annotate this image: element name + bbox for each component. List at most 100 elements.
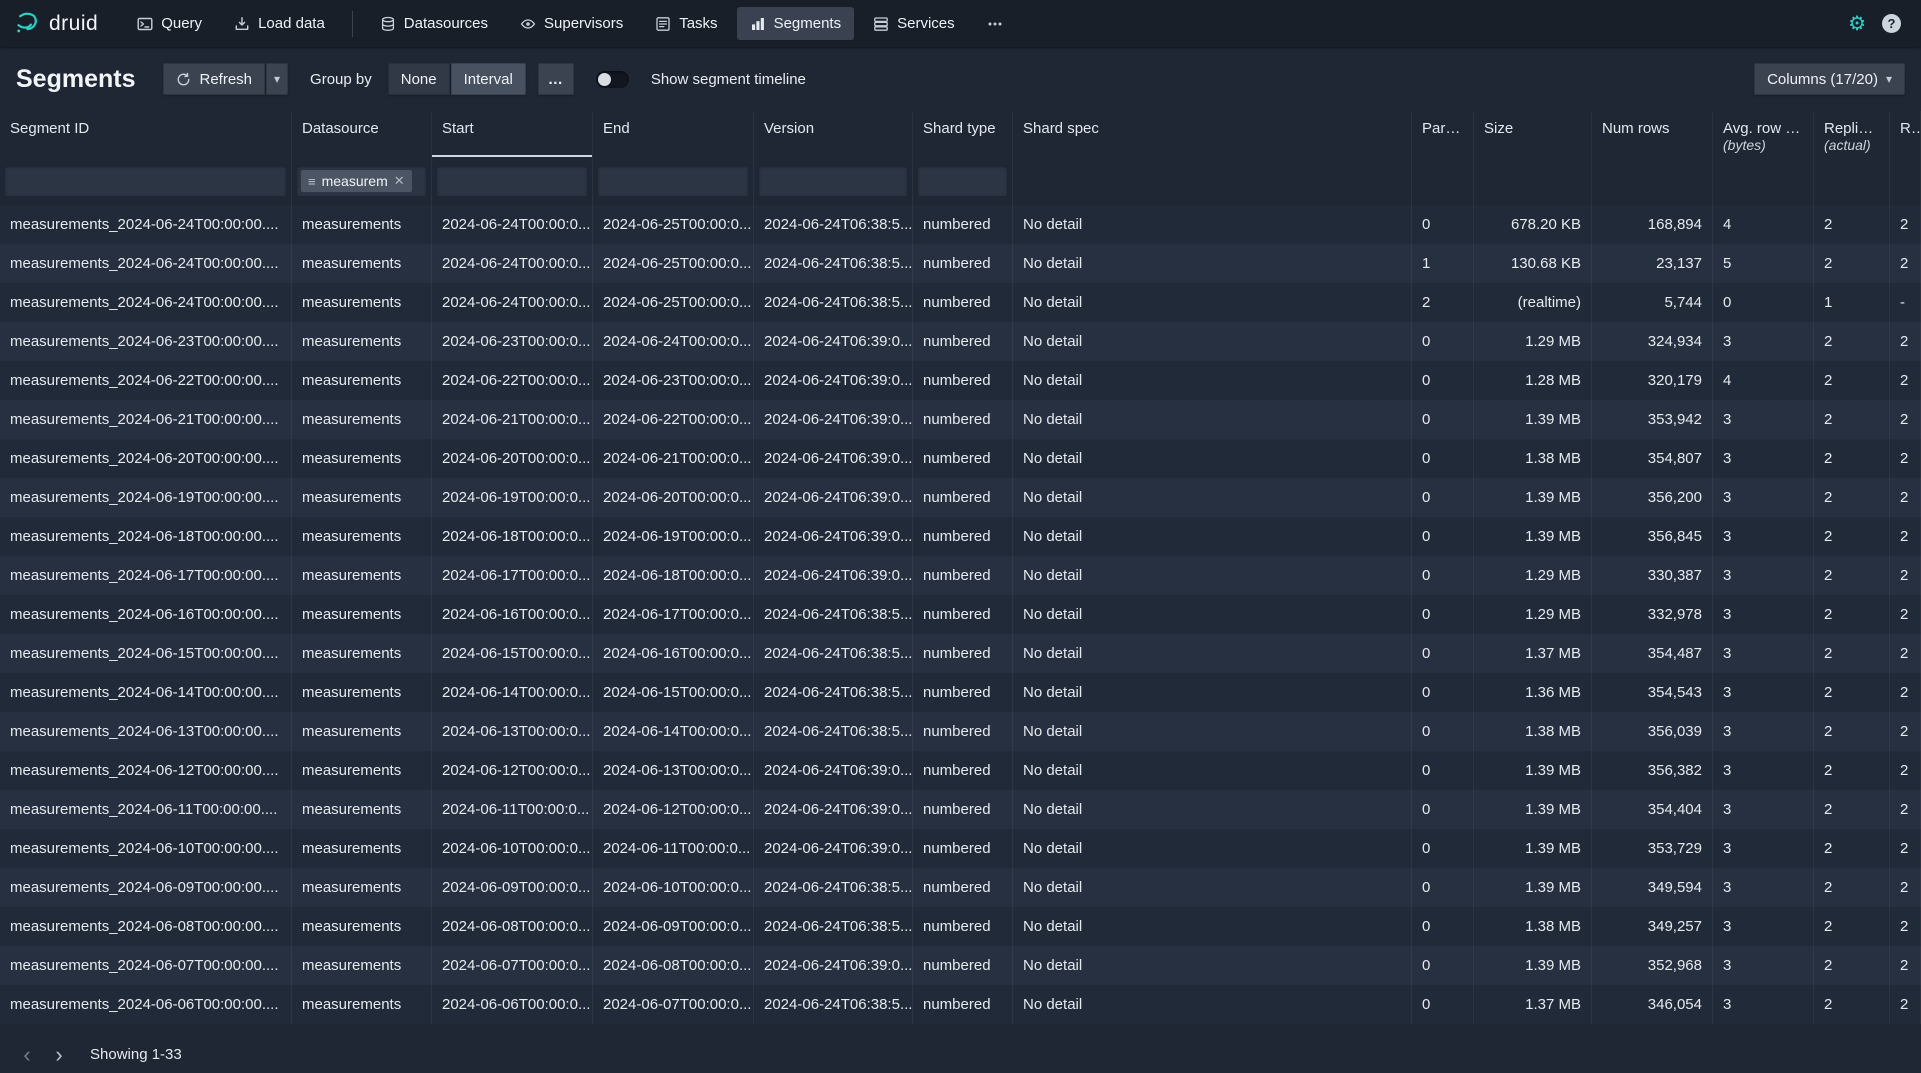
table-cell: 2 (1814, 205, 1890, 244)
table-cell: 330,387 (1592, 556, 1713, 595)
col-header-partition[interactable]: Partition (1412, 111, 1474, 157)
table-row[interactable]: measurements_2024-06-06T00:00:00....meas… (0, 985, 1921, 1024)
table-row[interactable]: measurements_2024-06-24T00:00:00....meas… (0, 283, 1921, 322)
nav-item-tasks[interactable]: Tasks (642, 7, 730, 40)
segment-timeline-label: Show segment timeline (651, 71, 806, 88)
col-header-shard-spec[interactable]: Shard spec (1013, 111, 1412, 157)
table-cell: 1 (1412, 244, 1474, 283)
filter-tag-text: measurem (322, 173, 388, 189)
nav-item-datasources[interactable]: Datasources (367, 7, 501, 40)
version-filter-input[interactable] (759, 166, 907, 196)
table-row[interactable]: measurements_2024-06-11T00:00:00....meas… (0, 790, 1921, 829)
col-header-start[interactable]: Start (432, 111, 593, 157)
table-row[interactable]: measurements_2024-06-24T00:00:00....meas… (0, 244, 1921, 283)
table-row[interactable]: measurements_2024-06-19T00:00:00....meas… (0, 478, 1921, 517)
nav-item-supervisors[interactable]: Supervisors (507, 7, 636, 40)
table-cell: 2 (1890, 712, 1921, 751)
table-row[interactable]: measurements_2024-06-12T00:00:00....meas… (0, 751, 1921, 790)
col-header-avg-row-size[interactable]: Avg. row size (bytes) (1713, 111, 1814, 157)
table-row[interactable]: measurements_2024-06-22T00:00:00....meas… (0, 361, 1921, 400)
table-cell: measurements_2024-06-06T00:00:00.... (0, 985, 292, 1024)
col-header-replicas[interactable]: Replicas (actual) (1814, 111, 1890, 157)
table-cell: numbered (913, 907, 1013, 946)
table-row[interactable]: measurements_2024-06-18T00:00:00....meas… (0, 517, 1921, 556)
table-cell: 1.38 MB (1474, 907, 1592, 946)
table-cell: numbered (913, 556, 1013, 595)
druid-brand[interactable]: druid (14, 10, 98, 37)
shard-type-filter-input[interactable] (918, 166, 1007, 196)
table-row[interactable]: measurements_2024-06-13T00:00:00....meas… (0, 712, 1921, 751)
table-row[interactable]: measurements_2024-06-20T00:00:00....meas… (0, 439, 1921, 478)
table-cell: 2024-06-10T00:00:0... (432, 829, 593, 868)
col-header-version[interactable]: Version (754, 111, 913, 157)
table-cell: 1.37 MB (1474, 634, 1592, 673)
table-cell: No detail (1013, 595, 1412, 634)
help-icon[interactable]: ? (1882, 14, 1901, 33)
table-row[interactable]: measurements_2024-06-24T00:00:00....meas… (0, 205, 1921, 244)
table-row[interactable]: measurements_2024-06-10T00:00:00....meas… (0, 829, 1921, 868)
col-header-num-rows[interactable]: Num rows (1592, 111, 1713, 157)
table-row[interactable]: measurements_2024-06-21T00:00:00....meas… (0, 400, 1921, 439)
refresh-interval-dropdown[interactable]: ▾ (266, 63, 288, 95)
datasource-filter-input[interactable]: ≡ measurem ✕ (297, 166, 426, 196)
table-row[interactable]: measurements_2024-06-23T00:00:00....meas… (0, 322, 1921, 361)
table-row[interactable]: measurements_2024-06-14T00:00:00....meas… (0, 673, 1921, 712)
table-cell: 2 (1890, 244, 1921, 283)
table-cell: No detail (1013, 361, 1412, 400)
druid-logo-icon (14, 10, 41, 37)
table-cell: numbered (913, 751, 1013, 790)
filter-cell (1013, 157, 1412, 205)
table-row[interactable]: measurements_2024-06-15T00:00:00....meas… (0, 634, 1921, 673)
table-cell: 2024-06-24T06:39:0... (754, 361, 913, 400)
nav-item-segments[interactable]: Segments (737, 7, 855, 40)
table-cell: 2024-06-06T00:00:0... (432, 985, 593, 1024)
nav-item-load-data[interactable]: Load data (221, 7, 338, 40)
table-cell: 2024-06-19T00:00:0... (593, 517, 754, 556)
table-cell: 2024-06-17T00:00:0... (432, 556, 593, 595)
col-header-replication-factor[interactable]: Replication factor (1890, 111, 1921, 157)
table-cell: 2 (1814, 517, 1890, 556)
table-cell: 2 (1814, 556, 1890, 595)
datasource-filter-tag[interactable]: ≡ measurem ✕ (301, 170, 412, 192)
table-row[interactable]: measurements_2024-06-07T00:00:00....meas… (0, 946, 1921, 985)
table-row[interactable]: measurements_2024-06-17T00:00:00....meas… (0, 556, 1921, 595)
table-cell: 1.38 MB (1474, 712, 1592, 751)
table-cell: 4 (1713, 361, 1814, 400)
nav-item-label: Services (897, 15, 955, 32)
segment-timeline-switch[interactable] (596, 71, 629, 88)
col-header-datasource[interactable]: Datasource (292, 111, 432, 157)
table-cell: 3 (1713, 790, 1814, 829)
columns-button-label: Columns (17/20) (1767, 71, 1878, 88)
segment-id-filter-input[interactable] (5, 166, 286, 196)
table-cell: 2024-06-24T06:38:5... (754, 205, 913, 244)
table-cell: 2024-06-24T06:38:5... (754, 712, 913, 751)
table-cell: 2 (1890, 829, 1921, 868)
refresh-button[interactable]: Refresh (163, 63, 265, 95)
switch-track (596, 71, 629, 88)
col-header-shard-type[interactable]: Shard type (913, 111, 1013, 157)
settings-gear-icon[interactable]: ⚙ (1848, 14, 1866, 34)
table-row[interactable]: measurements_2024-06-09T00:00:00....meas… (0, 868, 1921, 907)
next-page-button[interactable]: › (44, 1040, 74, 1070)
group-by-none-button[interactable]: None (388, 63, 450, 95)
nav-item-services[interactable]: Services (860, 7, 968, 40)
start-filter-input[interactable] (437, 166, 587, 196)
table-row[interactable]: measurements_2024-06-08T00:00:00....meas… (0, 907, 1921, 946)
close-icon[interactable]: ✕ (394, 173, 405, 189)
col-header-segment-id[interactable]: Segment ID (0, 111, 292, 157)
previous-page-button[interactable]: ‹ (12, 1040, 42, 1070)
group-by-interval-button[interactable]: Interval (451, 63, 526, 95)
table-cell: 320,179 (1592, 361, 1713, 400)
table-cell: 2 (1814, 712, 1890, 751)
end-filter-input[interactable] (598, 166, 748, 196)
nav-item-label: Supervisors (544, 15, 623, 32)
nav-item-query[interactable]: Query (124, 7, 215, 40)
nav-item-more[interactable] (974, 8, 1016, 40)
col-header-end[interactable]: End (593, 111, 754, 157)
table-cell: 2024-06-24T06:38:5... (754, 244, 913, 283)
col-header-size[interactable]: Size (1474, 111, 1592, 157)
table-row[interactable]: measurements_2024-06-16T00:00:00....meas… (0, 595, 1921, 634)
columns-button[interactable]: Columns (17/20) ▾ (1754, 63, 1905, 95)
more-actions-button[interactable]: … (538, 63, 574, 95)
table-cell: measurements_2024-06-09T00:00:00.... (0, 868, 292, 907)
